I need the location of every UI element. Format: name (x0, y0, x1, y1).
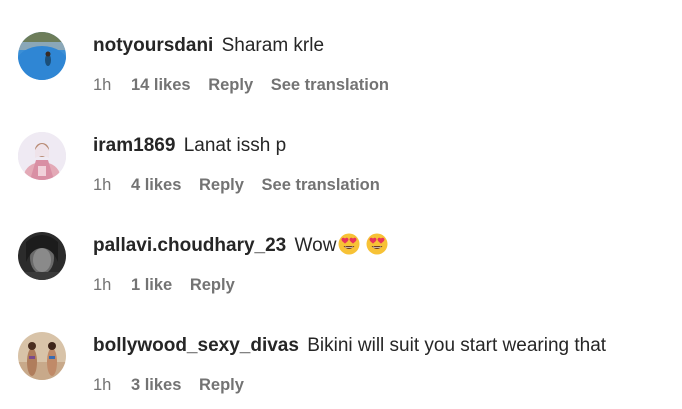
likes-count[interactable]: 1 like (131, 276, 172, 294)
comment-body: Sharam krle (221, 35, 325, 56)
see-translation-button[interactable]: See translation (262, 176, 380, 194)
reply-button[interactable]: Reply (208, 76, 253, 94)
heart-eyes-emoji-icon (338, 233, 360, 255)
comment-text-line: iram1869 Lanat issh p (93, 133, 286, 159)
comment-meta: 1h 1 like Reply (93, 274, 248, 296)
comment-text-line: bollywood_sexy_divas Bikini will suit yo… (93, 333, 606, 359)
comment-text-line: pallavi.choudhary_23 Wow (93, 233, 388, 259)
avatar[interactable] (18, 332, 66, 380)
comment-item: iram1869 Lanat issh p 1h 4 likes Reply S… (0, 100, 682, 200)
comment-meta: 1h 14 likes Reply See translation (93, 74, 402, 96)
comment-time[interactable]: 1h (93, 176, 111, 194)
avatar[interactable] (18, 232, 66, 280)
comment-username[interactable]: notyoursdani (93, 35, 213, 56)
reply-button[interactable]: Reply (199, 376, 244, 394)
avatar[interactable] (18, 32, 66, 80)
comment-item: notyoursdani Sharam krle 1h 14 likes Rep… (0, 0, 682, 100)
likes-count[interactable]: 14 likes (131, 76, 191, 94)
reply-button[interactable]: Reply (199, 176, 244, 194)
see-translation-button[interactable]: See translation (271, 76, 389, 94)
comment-time[interactable]: 1h (93, 76, 111, 94)
heart-eyes-emoji-icon (366, 233, 388, 255)
comment-item: bollywood_sexy_divas Bikini will suit yo… (0, 300, 682, 400)
comment-meta: 1h 4 likes Reply See translation (93, 174, 393, 196)
comment-username[interactable]: iram1869 (93, 135, 175, 156)
comment-text-line: notyoursdani Sharam krle (93, 33, 324, 59)
comment-body: Lanat issh p (183, 135, 287, 156)
comment-body: Wow (294, 235, 337, 256)
comment-time[interactable]: 1h (93, 376, 111, 394)
comment-username[interactable]: pallavi.choudhary_23 (93, 235, 286, 256)
likes-count[interactable]: 4 likes (131, 176, 181, 194)
comment-item: pallavi.choudhary_23 Wow 1h 1 like Reply (0, 200, 682, 300)
reply-button[interactable]: Reply (190, 276, 235, 294)
comment-meta: 1h 3 likes Reply (93, 374, 257, 396)
comment-username[interactable]: bollywood_sexy_divas (93, 335, 299, 356)
avatar[interactable] (18, 132, 66, 180)
comment-time[interactable]: 1h (93, 276, 111, 294)
comment-body: Bikini will suit you start wearing that (307, 335, 607, 356)
likes-count[interactable]: 3 likes (131, 376, 181, 394)
